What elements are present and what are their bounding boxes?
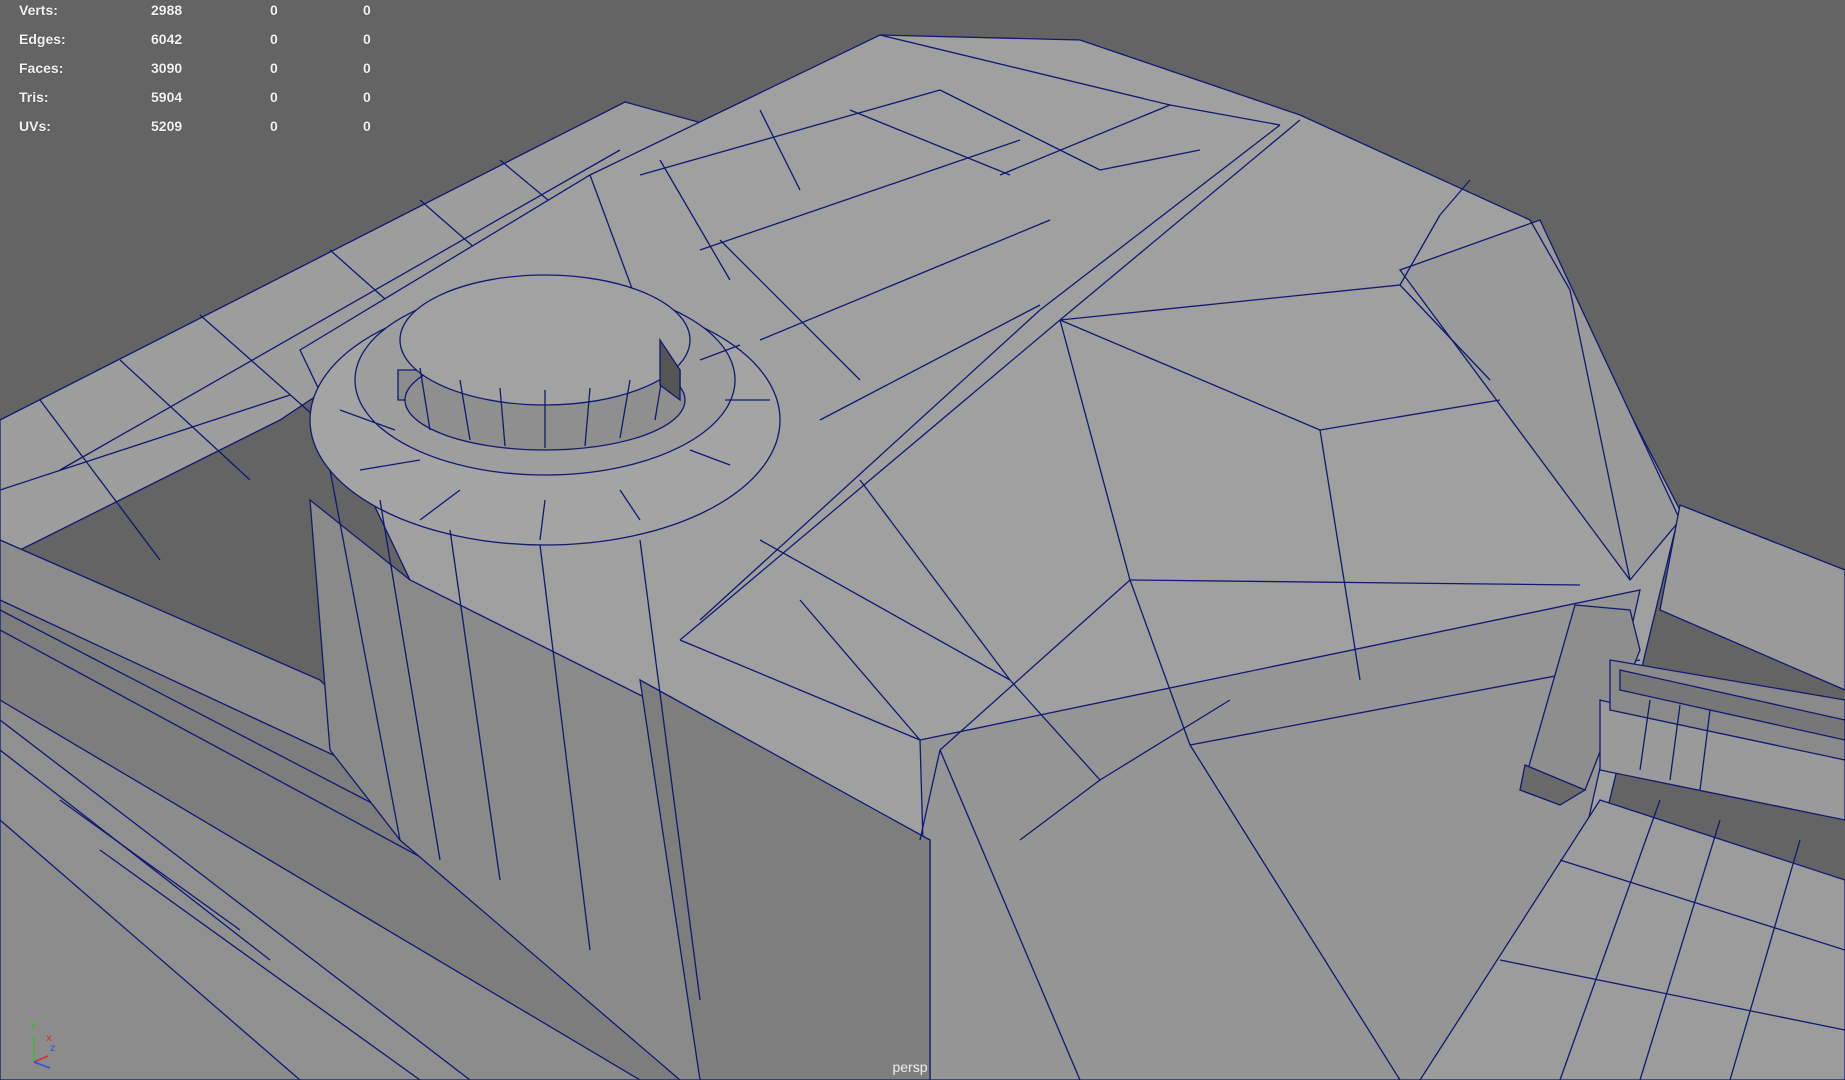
hud-value: 0: [270, 118, 278, 134]
viewport-persp[interactable]: Verts: 2988 0 0 Edges: 6042 0 0 Faces: 3…: [0, 0, 1845, 1080]
hud-value: 0: [270, 2, 278, 18]
tank-turret-mesh[interactable]: [0, 0, 1845, 1080]
hud-label: Edges:: [19, 31, 66, 47]
hud-value: 6042: [151, 31, 183, 47]
hud-value: 0: [363, 60, 371, 76]
hud-value: 0: [270, 89, 278, 105]
hud-value: 0: [270, 60, 278, 76]
hud-label: Faces:: [19, 60, 64, 76]
hud-value: 0: [363, 89, 371, 105]
axis-z-label: z: [50, 1043, 56, 1054]
hud-label: Tris:: [19, 89, 49, 105]
camera-name-label: persp: [892, 1059, 928, 1075]
hud-value: 5209: [151, 118, 183, 134]
hud-value: 0: [363, 31, 371, 47]
hud-value: 0: [363, 118, 371, 134]
hud-value: 5904: [151, 89, 183, 105]
axis-y-label: y: [30, 1019, 36, 1030]
hud-value: 0: [363, 2, 371, 18]
hud-value: 0: [270, 31, 278, 47]
hud-value: 3090: [151, 60, 183, 76]
hud-label: Verts:: [19, 2, 58, 18]
hud-value: 2988: [151, 2, 183, 18]
hud-label: UVs:: [19, 118, 51, 134]
